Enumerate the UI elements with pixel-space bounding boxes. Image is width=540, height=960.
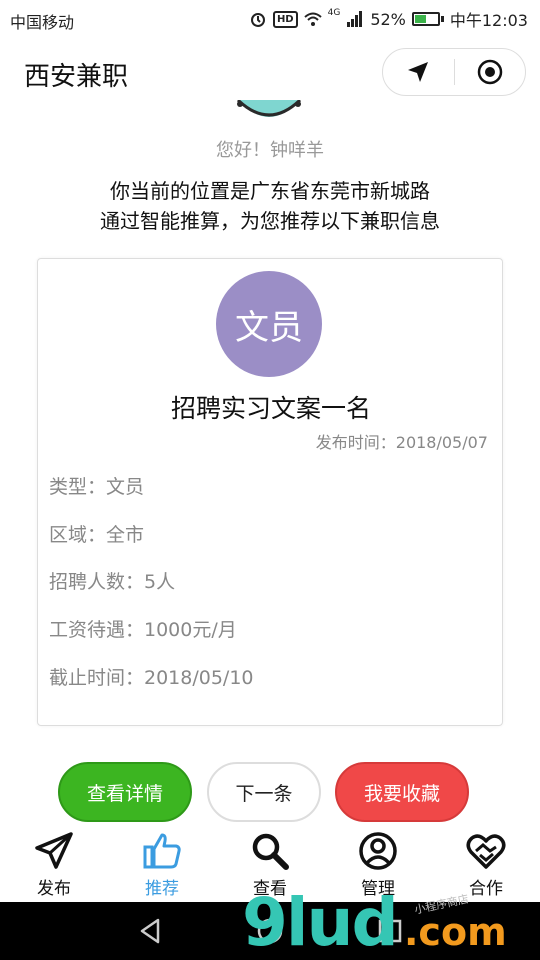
user-circle-icon <box>357 830 399 872</box>
watermark-text: 9lud <box>242 884 399 960</box>
job-deadline: 截止时间：2018/05/10 <box>49 667 254 689</box>
view-details-button[interactable]: 查看详情 <box>58 762 192 822</box>
favorite-button[interactable]: 我要收藏 <box>335 762 469 822</box>
battery-percent: 52% <box>370 9 406 29</box>
mini-program-capsule <box>382 48 526 96</box>
publish-date: 发布时间：2018/05/07 <box>315 433 488 452</box>
wifi-icon <box>303 12 322 26</box>
job-card[interactable]: 文员 招聘实习文案一名 发布时间：2018/05/07 类型：文员 区域：全市 … <box>37 258 503 726</box>
job-area: 区域：全市 <box>49 524 145 546</box>
search-icon <box>249 830 291 872</box>
tab-label: 发布 <box>37 879 71 899</box>
tab-label: 推荐 <box>145 879 179 899</box>
thumbs-up-icon <box>141 830 183 872</box>
watermark-logo: 9lud .com 小程序商店 <box>238 884 538 960</box>
paper-plane-icon <box>33 830 75 872</box>
signal-icon <box>347 11 363 27</box>
back-icon[interactable] <box>136 916 166 946</box>
alarm-icon <box>250 13 265 27</box>
location-button[interactable] <box>383 49 454 95</box>
status-bar: 中国移动 HD 4G 52% 中午12:03 <box>0 0 540 38</box>
next-button[interactable]: 下一条 <box>207 762 321 822</box>
job-salary: 工资待遇：1000元/月 <box>49 619 237 641</box>
job-category-badge: 文员 <box>216 271 322 377</box>
job-type: 类型：文员 <box>49 476 145 498</box>
carrier-label: 中国移动 <box>10 13 75 32</box>
tab-recommend[interactable]: 推荐 <box>108 826 216 902</box>
location-info: 你当前的位置是广东省东莞市新城路 通过智能推算，为您推荐以下兼职信息 <box>0 176 540 236</box>
clock: 中午12:03 <box>449 11 528 30</box>
hd-badge: HD <box>272 10 298 28</box>
job-title: 招聘实习文案一名 <box>170 394 371 423</box>
status-icons: HD 4G 52% 中午12:03 <box>249 7 528 31</box>
greeting-text: 您好！钟咩羊 <box>216 140 324 161</box>
job-count: 招聘人数：5人 <box>49 571 176 593</box>
network-type: 4G <box>327 8 341 18</box>
location-line: 你当前的位置是广东省东莞市新城路 <box>110 179 430 203</box>
battery-icon <box>411 12 444 26</box>
tab-publish[interactable]: 发布 <box>0 826 108 902</box>
location-arrow-icon <box>408 62 429 82</box>
page-title: 西安兼职 <box>24 62 129 92</box>
handshake-heart-icon <box>465 830 507 872</box>
close-button[interactable] <box>455 49 526 95</box>
user-avatar <box>232 100 306 120</box>
recommend-line: 通过智能推算，为您推荐以下兼职信息 <box>100 209 440 233</box>
target-icon <box>477 59 502 85</box>
